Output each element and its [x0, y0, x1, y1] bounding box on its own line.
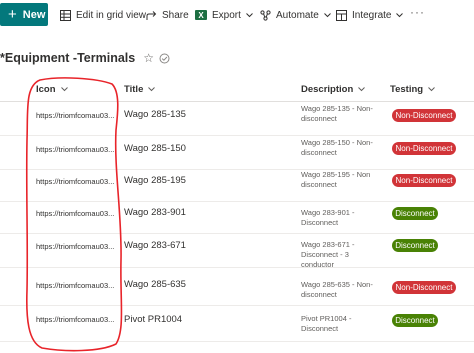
automate-button[interactable]: Automate [260, 7, 331, 23]
description-line: disconnect [301, 148, 337, 157]
icon-url-cell[interactable]: https://triomfcomau03... [36, 145, 114, 154]
description-line: disconnect [301, 290, 337, 299]
new-button[interactable]: + New [0, 3, 48, 26]
icon-url-cell[interactable]: https://triomfcomau03... [36, 315, 114, 324]
testing-status-badge: Non-Disconnect [392, 109, 456, 122]
list-title-text: *Equipment -Terminals [0, 51, 136, 65]
title-cell[interactable]: Wago 285-135 [124, 109, 186, 120]
more-options-button[interactable]: ··· [410, 5, 425, 19]
column-header-description[interactable]: Description [301, 80, 366, 98]
svg-text:X: X [198, 11, 204, 20]
grid-icon [60, 9, 71, 21]
title-cell[interactable]: Wago 285-195 [124, 175, 186, 186]
title-cell[interactable]: Wago 283-671 [124, 240, 186, 251]
sync-status-icon [159, 53, 170, 63]
testing-status-badge: Disconnect [392, 207, 438, 220]
description-cell: Pivot PR1004 - Disconnect [301, 314, 387, 334]
column-header-testing[interactable]: Testing [390, 80, 435, 98]
integrate-label: Integrate [352, 9, 392, 21]
testing-status-badge: Non-Disconnect [392, 281, 456, 294]
description-line: Disconnect - 3 [301, 250, 349, 259]
testing-status-badge: Disconnect [392, 314, 438, 327]
description-cell: Wago 285-150 - Non- disconnect [301, 138, 387, 158]
table-row[interactable]: https://triomfcomau03... Wago 285-635 Wa… [0, 272, 474, 306]
description-line: disconnect [301, 180, 337, 189]
icon-url-cell[interactable]: https://triomfcomau03... [36, 209, 114, 218]
title-cell[interactable]: Pivot PR1004 [124, 314, 182, 325]
title-cell[interactable]: Wago 285-150 [124, 143, 186, 154]
description-line: Wago 285-135 - Non- [301, 104, 373, 113]
description-cell: Wago 283-671 - Disconnect - 3 conductor [301, 240, 387, 270]
chevron-down-icon [396, 12, 404, 17]
excel-icon: X [195, 10, 207, 20]
edit-grid-label: Edit in grid view [76, 9, 147, 21]
chevron-down-icon [323, 12, 331, 17]
column-header-icon-label: Icon [36, 83, 56, 95]
description-line: Wago 283-901 - [301, 208, 355, 217]
table-row[interactable]: https://triomfcomau03... Wago 283-671 Wa… [0, 234, 474, 270]
table-row[interactable]: https://triomfcomau03... Wago 283-901 Wa… [0, 200, 474, 234]
description-cell: Wago 285-195 - Non disconnect [301, 170, 387, 190]
chevron-down-icon [246, 12, 253, 17]
export-button[interactable]: X Export [195, 7, 253, 23]
automate-label: Automate [276, 9, 319, 21]
description-line: Disconnect [301, 218, 339, 227]
description-cell: Wago 285-635 - Non- disconnect [301, 280, 387, 300]
chevron-down-icon [148, 86, 156, 91]
column-header-title-label: Title [124, 83, 144, 95]
share-button[interactable]: Share [146, 7, 189, 23]
share-label: Share [162, 9, 189, 21]
description-line: Wago 283-671 - [301, 240, 355, 249]
new-button-label: New [22, 8, 46, 21]
description-line: conductor [301, 260, 334, 269]
column-header-testing-label: Testing [390, 83, 424, 95]
table-row[interactable]: https://triomfcomau03... Wago 285-195 Wa… [0, 168, 474, 202]
description-line: Wago 285-195 - Non [301, 170, 371, 179]
column-header-icon[interactable]: Icon [36, 80, 68, 98]
testing-status-badge: Non-Disconnect [392, 142, 456, 155]
sharepoint-list-page: + New Edit in grid view Share X Export A… [0, 0, 474, 353]
icon-url-cell[interactable]: https://triomfcomau03... [36, 281, 114, 290]
list-title: *Equipment -Terminals ☆ [0, 50, 170, 66]
description-line: Pivot PR1004 - [301, 314, 352, 323]
automate-icon [260, 9, 271, 21]
column-header-description-label: Description [301, 83, 354, 95]
description-line: Disconnect [301, 324, 339, 333]
chevron-down-icon [358, 86, 366, 91]
chevron-down-icon [60, 86, 68, 91]
description-cell: Wago 283-901 - Disconnect [301, 208, 387, 228]
command-bar: + New Edit in grid view Share X Export A… [0, 0, 474, 30]
title-cell[interactable]: Wago 285-635 [124, 279, 186, 290]
description-line: Wago 285-150 - Non- [301, 138, 373, 147]
title-cell[interactable]: Wago 283-901 [124, 207, 186, 218]
icon-url-cell[interactable]: https://triomfcomau03... [36, 177, 114, 186]
table-row[interactable]: https://triomfcomau03... Wago 285-150 Wa… [0, 136, 474, 170]
description-line: disconnect [301, 114, 337, 123]
export-label: Export [212, 9, 241, 21]
edit-in-grid-view-button[interactable]: Edit in grid view [60, 7, 146, 23]
integrate-icon [336, 9, 347, 21]
star-icon[interactable]: ☆ [143, 51, 154, 65]
testing-status-badge: Disconnect [392, 239, 438, 252]
testing-status-badge: Non-Disconnect [392, 174, 456, 187]
table-row[interactable]: https://triomfcomau03... Wago 285-135 Wa… [0, 102, 474, 136]
description-line: Wago 285-635 - Non- [301, 280, 373, 289]
icon-url-cell[interactable]: https://triomfcomau03... [36, 242, 114, 251]
column-header-title[interactable]: Title [124, 80, 156, 98]
table-row[interactable]: https://triomfcomau03... Pivot PR1004 Pi… [0, 306, 474, 342]
chevron-down-icon [428, 86, 435, 91]
share-icon [146, 10, 157, 20]
plus-icon: + [8, 6, 17, 23]
icon-url-cell[interactable]: https://triomfcomau03... [36, 111, 114, 120]
description-cell: Wago 285-135 - Non- disconnect [301, 104, 387, 124]
integrate-button[interactable]: Integrate [336, 7, 404, 23]
